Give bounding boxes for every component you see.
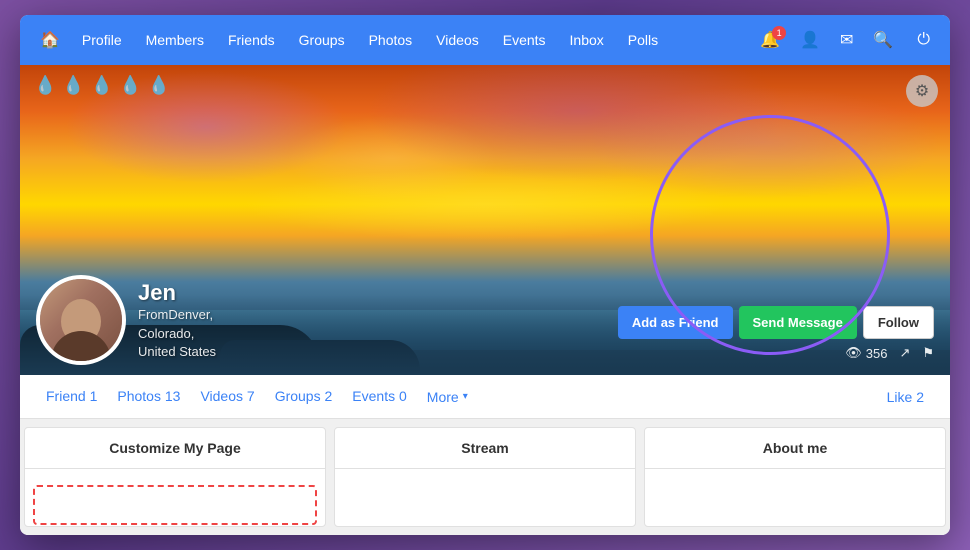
drop-3: 💧 <box>91 75 113 96</box>
tab-more[interactable]: More ▾ <box>417 377 478 417</box>
water-drops: 💧 💧 💧 💧 💧 <box>34 75 170 96</box>
views-count: 356 <box>866 346 888 361</box>
nav-item-profile[interactable]: Profile <box>72 26 132 54</box>
about-panel: About me <box>644 427 946 527</box>
stats-row: 👁 356 ↗ ⚑ <box>845 345 934 361</box>
nav-item-videos[interactable]: Videos <box>426 26 489 54</box>
customize-panel-content <box>25 469 325 527</box>
bottom-section: Customize My Page Stream About me <box>20 419 950 535</box>
stream-panel: Stream <box>334 427 636 527</box>
gear-button[interactable]: ⚙ <box>906 75 938 107</box>
stream-panel-title: Stream <box>335 428 635 469</box>
navbar: 🏠 Profile Members Friends Groups Photos … <box>20 15 950 65</box>
profile-section: Jen FromDenver, Colorado, United States … <box>20 275 950 375</box>
customize-panel: Customize My Page <box>24 427 326 527</box>
tab-photos[interactable]: Photos 13 <box>107 376 190 418</box>
notification-icon[interactable]: 🔔 1 <box>752 24 788 56</box>
chevron-down-icon: ▾ <box>463 391 468 402</box>
nav-item-members[interactable]: Members <box>136 26 214 54</box>
search-icon[interactable]: 🔍 <box>865 24 901 56</box>
profile-name: Jen <box>138 280 216 306</box>
user-icon[interactable]: 👤 <box>792 24 828 56</box>
tab-like[interactable]: Like 2 <box>877 377 934 417</box>
nav-item-events[interactable]: Events <box>493 26 556 54</box>
profile-actions: Add as Friend Send Message Follow 👁 356 … <box>618 306 934 365</box>
drop-2: 💧 <box>62 75 84 96</box>
action-buttons: Add as Friend Send Message Follow <box>618 306 934 339</box>
profile-info: Jen FromDenver, Colorado, United States <box>138 280 216 365</box>
nav-home-icon[interactable]: 🏠 <box>32 24 68 56</box>
drop-5: 💧 <box>148 75 170 96</box>
drop-1: 💧 <box>34 75 56 96</box>
customize-panel-title: Customize My Page <box>25 428 325 469</box>
notification-badge: 1 <box>772 26 786 40</box>
share-icon[interactable]: ↗ <box>899 345 910 361</box>
profile-tabs: Friend 1 Photos 13 Videos 7 Groups 2 Eve… <box>20 375 950 419</box>
about-panel-title: About me <box>645 428 945 469</box>
customize-dashed-box[interactable] <box>33 485 317 525</box>
tab-friend[interactable]: Friend 1 <box>36 376 107 418</box>
nav-item-polls[interactable]: Polls <box>618 26 668 54</box>
views-icon: 👁 <box>845 345 862 361</box>
send-message-button[interactable]: Send Message <box>739 306 857 339</box>
mail-icon[interactable]: ✉ <box>832 24 861 56</box>
more-label: More <box>427 389 459 405</box>
avatar <box>36 275 126 365</box>
nav-item-friends[interactable]: Friends <box>218 26 285 54</box>
nav-item-photos[interactable]: Photos <box>359 26 423 54</box>
tab-events[interactable]: Events 0 <box>342 376 417 418</box>
nav-item-inbox[interactable]: Inbox <box>560 26 614 54</box>
flag-icon[interactable]: ⚑ <box>922 345 934 361</box>
tab-videos[interactable]: Videos 7 <box>190 376 264 418</box>
tab-groups[interactable]: Groups 2 <box>265 376 343 418</box>
profile-location: FromDenver, Colorado, United States <box>138 306 216 361</box>
avatar-image <box>40 279 122 361</box>
app-window: 🏠 Profile Members Friends Groups Photos … <box>20 15 950 535</box>
follow-button[interactable]: Follow <box>863 306 934 339</box>
add-friend-button[interactable]: Add as Friend <box>618 306 733 339</box>
power-icon[interactable]: ⏻ <box>909 25 938 55</box>
views-stat: 👁 356 <box>845 345 887 361</box>
nav-item-groups[interactable]: Groups <box>289 26 355 54</box>
drop-4: 💧 <box>119 75 141 96</box>
cover-area: 💧 💧 💧 💧 💧 ⚙ Jen FromDenver, Colorado, Un… <box>20 65 950 375</box>
